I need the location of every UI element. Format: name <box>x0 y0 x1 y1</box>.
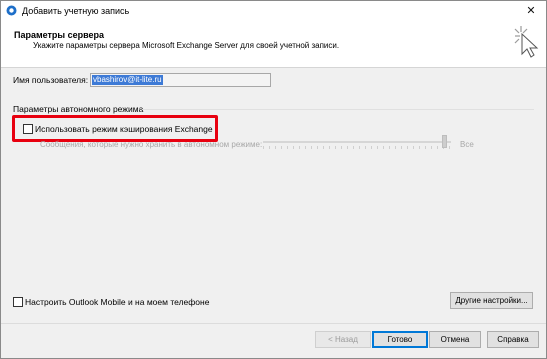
close-button[interactable]: ✕ <box>516 1 546 20</box>
footer-divider <box>1 323 546 324</box>
slider-ticks <box>263 146 451 149</box>
username-value: vbashirov@it-lite.ru <box>92 75 163 85</box>
section-divider <box>142 109 534 110</box>
mail-to-keep-label: Сообщения, которые нужно хранить в автон… <box>40 140 263 149</box>
add-account-dialog: Добавить учетную запись ✕ Параметры серв… <box>0 0 547 359</box>
slider-value-label: Все <box>460 140 474 149</box>
offline-section-label: Параметры автономного режима <box>13 104 144 114</box>
username-label: Имя пользователя: <box>13 75 89 85</box>
page-header: Параметры сервера Укажите параметры серв… <box>1 20 546 68</box>
window-title: Добавить учетную запись <box>22 6 130 16</box>
mail-to-keep-slider-track[interactable] <box>263 141 451 143</box>
username-field[interactable]: vbashirov@it-lite.ru <box>90 73 271 87</box>
cached-mode-checkbox[interactable] <box>23 124 33 134</box>
cancel-button[interactable]: Отмена <box>429 331 481 348</box>
mail-to-keep-slider-thumb[interactable] <box>442 135 447 148</box>
back-button[interactable]: < Назад <box>315 331 371 348</box>
more-settings-button[interactable]: Другие настройки... <box>450 292 533 309</box>
title-bar: Добавить учетную запись ✕ <box>1 1 546 20</box>
pointer-click-icon <box>514 26 539 58</box>
help-button[interactable]: Справка <box>487 331 539 348</box>
close-icon: ✕ <box>526 5 536 17</box>
done-button[interactable]: Готово <box>372 331 428 348</box>
outlook-icon <box>6 5 17 16</box>
page-title: Параметры сервера <box>14 30 105 40</box>
page-subtitle: Укажите параметры сервера Microsoft Exch… <box>33 41 340 50</box>
mobile-setup-label[interactable]: Настроить Outlook Mobile и на моем телеф… <box>25 297 209 307</box>
mobile-setup-checkbox[interactable] <box>13 297 23 307</box>
cached-mode-label[interactable]: Использовать режим кэширования Exchange <box>35 124 213 134</box>
